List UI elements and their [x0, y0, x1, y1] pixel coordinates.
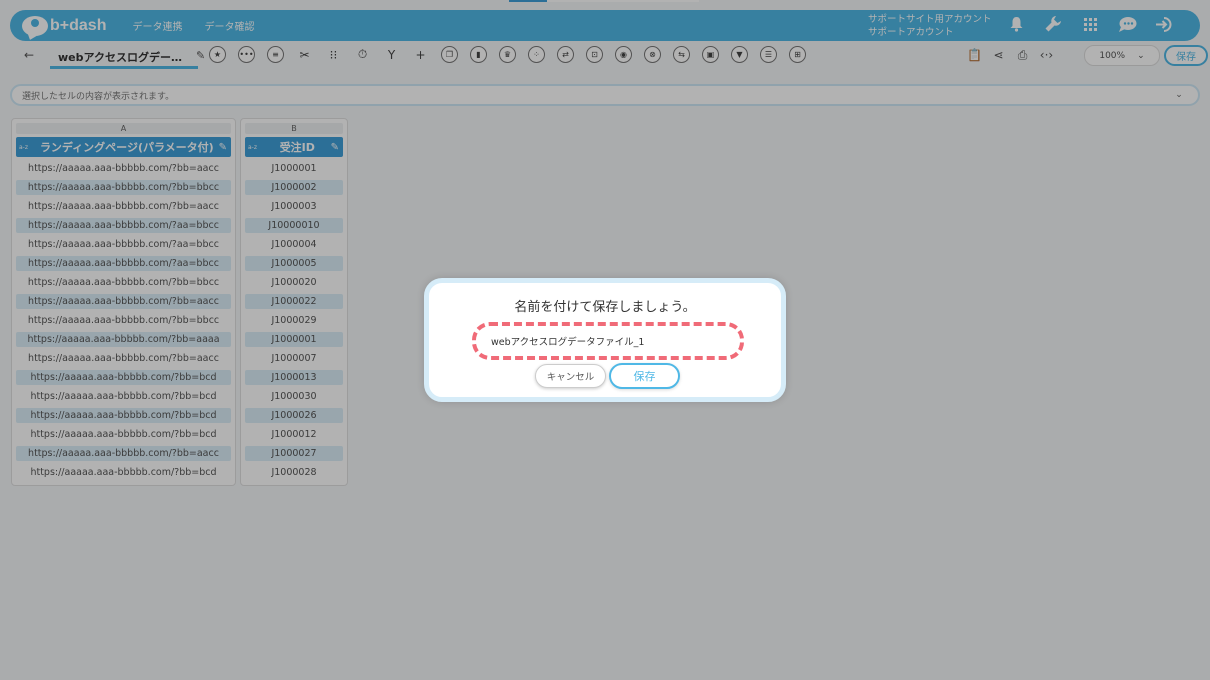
file-name-input[interactable]	[472, 322, 744, 360]
dialog-title: 名前を付けて保存しましょう。	[514, 300, 696, 315]
save-dialog: 名前を付けて保存しましょう。 キャンセル 保存	[424, 278, 786, 402]
cancel-button[interactable]: キャンセル	[535, 364, 606, 388]
dialog-save-button[interactable]: 保存	[609, 363, 680, 389]
